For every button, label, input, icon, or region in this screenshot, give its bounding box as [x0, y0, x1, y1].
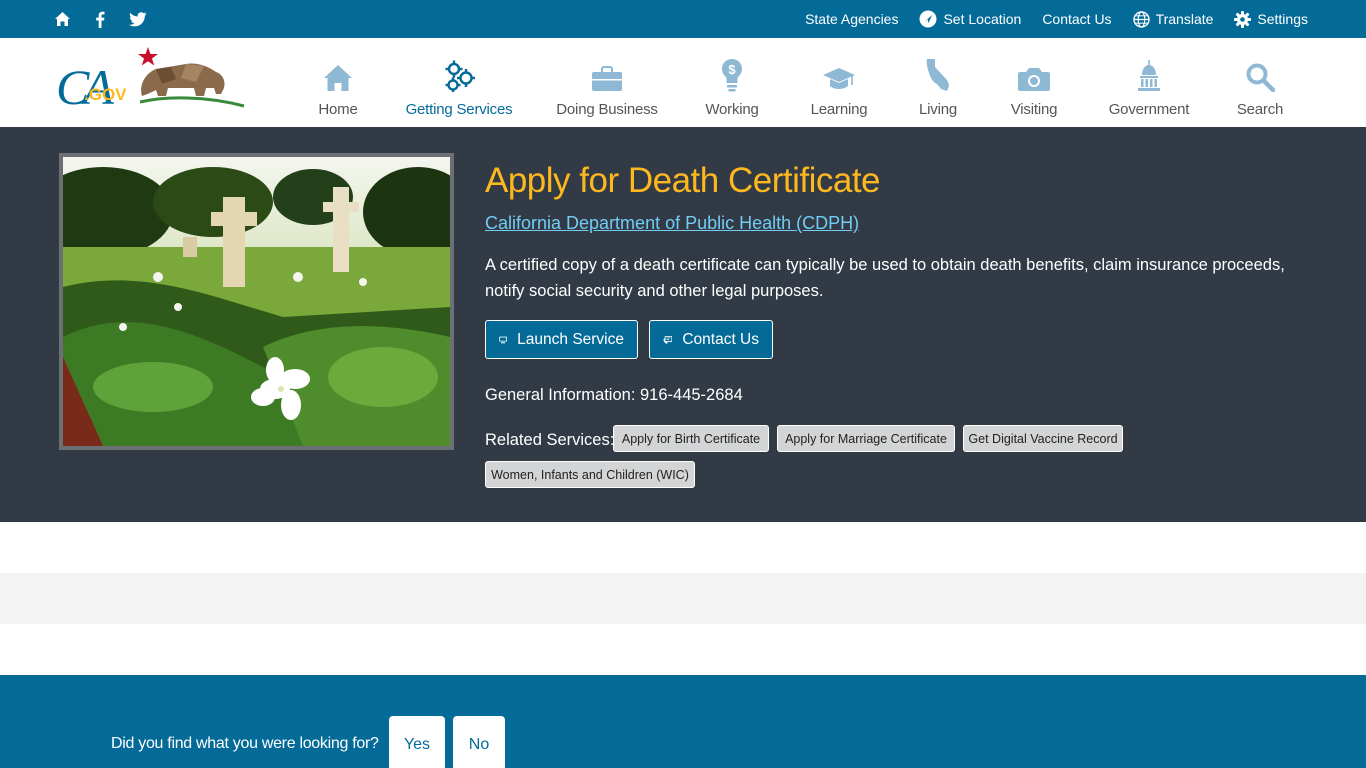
site-header: CA .GOV Home Getting Services Doing Busi…	[0, 38, 1366, 127]
nav-item-visiting[interactable]: Visiting	[1004, 38, 1064, 127]
translate-label: Translate	[1155, 11, 1214, 27]
state-agencies-link[interactable]: State Agencies	[805, 11, 898, 27]
feedback-yes-button[interactable]: Yes	[389, 716, 445, 768]
location-icon	[919, 10, 937, 28]
related-services-label: Related Services:	[485, 431, 615, 449]
translate-link[interactable]: Translate	[1132, 10, 1214, 28]
state-agencies-label: State Agencies	[805, 11, 899, 27]
feedback-no-button[interactable]: No	[453, 716, 505, 768]
nav-label: Doing Business	[556, 101, 658, 118]
lightbulb-dollar-icon: $	[722, 59, 742, 92]
related-service-tag[interactable]: Apply for Birth Certificate	[613, 425, 769, 452]
nav-label: Learning	[810, 101, 868, 118]
service-description: A certified copy of a death certificate …	[485, 256, 1285, 300]
related-service-tag[interactable]: Get Digital Vaccine Record	[963, 425, 1123, 452]
briefcase-icon	[592, 66, 622, 91]
content-band	[0, 573, 1366, 624]
magnifier-icon	[1246, 63, 1275, 92]
feedback-bar: Did you find what you were looking for? …	[0, 675, 1366, 768]
set-location-link[interactable]: Set Location	[919, 10, 1021, 28]
feedback-question: Did you find what you were looking for?	[111, 735, 379, 752]
contact-us-label: Contact Us	[682, 330, 759, 348]
social-links	[52, 9, 166, 29]
nav-item-search[interactable]: Search	[1232, 38, 1288, 127]
nav-item-working[interactable]: $ Working	[700, 38, 764, 127]
nav-item-getting-services[interactable]: Getting Services	[404, 38, 514, 127]
nav-label: Getting Services	[405, 101, 513, 118]
monitor-icon	[499, 336, 507, 343]
house-icon	[324, 65, 352, 91]
related-service-tag[interactable]: Women, Infants and Children (WIC)	[485, 461, 695, 488]
capitol-dome-icon	[1138, 60, 1160, 91]
home-icon[interactable]	[52, 9, 72, 29]
nav-label: Home	[318, 101, 358, 118]
contact-us-button[interactable]: Contact Us	[649, 320, 773, 359]
settings-link[interactable]: Settings	[1234, 10, 1308, 28]
gears-icon	[445, 60, 475, 92]
utility-bar: State Agencies Set Location Contact Us T…	[0, 0, 1366, 38]
nav-label: Working	[705, 101, 759, 118]
nav-item-doing-business[interactable]: Doing Business	[556, 38, 658, 127]
globe-icon	[1132, 10, 1150, 28]
nav-item-living[interactable]: Living	[912, 38, 964, 127]
camera-icon	[1018, 68, 1050, 91]
department-link[interactable]: California Department of Public Health (…	[485, 213, 859, 234]
contact-card-icon	[663, 335, 673, 344]
nav-label: Search	[1236, 101, 1284, 118]
nav-label: Government	[1108, 101, 1190, 118]
service-hero: Apply for Death Certificate California D…	[0, 127, 1366, 522]
page-title: Apply for Death Certificate	[485, 161, 881, 200]
logo-gov-text: .GOV	[84, 85, 127, 104]
nav-label: Visiting	[1010, 101, 1058, 118]
ca-gov-logo[interactable]: CA .GOV	[56, 44, 246, 115]
gear-icon	[1234, 10, 1252, 28]
utility-links: State Agencies Set Location Contact Us T…	[784, 0, 1308, 38]
graduation-cap-icon	[823, 68, 855, 89]
nav-item-home[interactable]: Home	[308, 38, 368, 127]
contact-us-link[interactable]: Contact Us	[1042, 11, 1111, 27]
twitter-icon[interactable]	[128, 9, 148, 29]
launch-service-button[interactable]: Launch Service	[485, 320, 638, 359]
cemetery-photo	[59, 153, 454, 450]
svg-text:$: $	[728, 62, 736, 77]
general-information: General Information: 916-445-2684	[485, 386, 743, 404]
california-state-icon	[926, 59, 949, 91]
settings-label: Settings	[1257, 11, 1308, 27]
nav-item-government[interactable]: Government	[1106, 38, 1192, 127]
nav-item-learning[interactable]: Learning	[806, 38, 872, 127]
set-location-label: Set Location	[943, 11, 1022, 27]
related-service-tag[interactable]: Apply for Marriage Certificate	[777, 425, 955, 452]
facebook-icon[interactable]	[90, 9, 110, 29]
nav-label: Living	[919, 101, 957, 118]
launch-service-label: Launch Service	[517, 330, 624, 348]
contact-us-label: Contact Us	[1042, 11, 1112, 27]
